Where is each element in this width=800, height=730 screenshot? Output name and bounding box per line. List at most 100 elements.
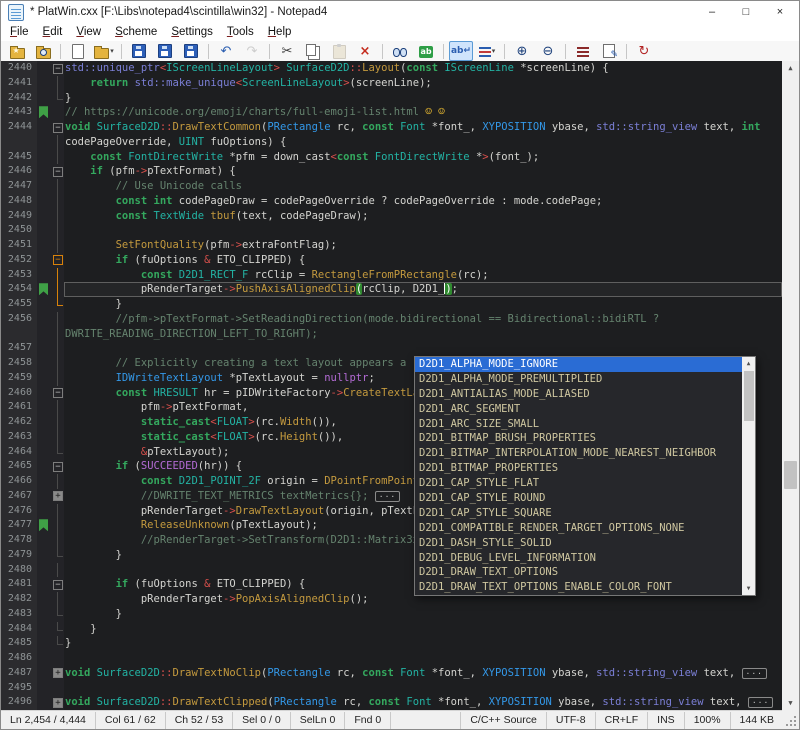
fold-margin[interactable] bbox=[51, 312, 64, 327]
code-line[interactable]: 2449 const TextWide tbuf(text, codePageD… bbox=[1, 209, 799, 224]
code-line[interactable]: 2442} bbox=[1, 91, 799, 106]
fold-margin[interactable] bbox=[51, 105, 64, 120]
bookmark-margin[interactable] bbox=[37, 120, 51, 135]
status-cell-scheme[interactable]: C/C++ Source bbox=[460, 712, 546, 729]
fold-margin[interactable] bbox=[51, 209, 64, 224]
autocomplete-item[interactable]: D2D1_BITMAP_BRUSH_PROPERTIES bbox=[415, 431, 742, 446]
fold-margin[interactable] bbox=[51, 223, 64, 238]
bookmark-margin[interactable] bbox=[37, 400, 51, 415]
replace-button[interactable] bbox=[414, 41, 438, 61]
autocomplete-item[interactable]: D2D1_CAP_STYLE_FLAT bbox=[415, 476, 742, 491]
fold-margin[interactable]: − bbox=[51, 61, 64, 76]
bookmark-margin[interactable] bbox=[37, 356, 51, 371]
line-number[interactable]: 2460 bbox=[1, 386, 37, 401]
line-number[interactable]: 2444 bbox=[1, 120, 37, 135]
code-line[interactable]: 2450 bbox=[1, 223, 799, 238]
autocomplete-item[interactable]: D2D1_CAP_STYLE_ROUND bbox=[415, 491, 742, 506]
fold-toggle-icon[interactable]: − bbox=[53, 64, 63, 74]
code-line[interactable]: 2444−void SurfaceD2D::DrawTextCommon(PRe… bbox=[1, 120, 799, 135]
menu-item-tools[interactable]: Tools bbox=[220, 23, 261, 41]
autocomplete-item[interactable]: D2D1_DRAW_TEXT_OPTIONS bbox=[415, 565, 742, 580]
code-line[interactable]: 2451 SetFontQuality(pfm->extraFontFlag); bbox=[1, 238, 799, 253]
code-line[interactable]: 2443// https://unicode.org/emoji/charts/… bbox=[1, 105, 799, 120]
fold-margin[interactable] bbox=[51, 430, 64, 445]
bookmark-margin[interactable] bbox=[37, 386, 51, 401]
line-number[interactable]: 2451 bbox=[1, 238, 37, 253]
line-number[interactable]: 2482 bbox=[1, 592, 37, 607]
fold-margin[interactable] bbox=[51, 518, 64, 533]
scroll-up-arrow-icon[interactable]: ▲ bbox=[782, 61, 799, 76]
line-number[interactable]: 2466 bbox=[1, 474, 37, 489]
line-number[interactable]: 2462 bbox=[1, 415, 37, 430]
bookmark-margin[interactable] bbox=[37, 135, 51, 150]
bookmark-margin[interactable] bbox=[37, 636, 51, 651]
bookmark-margin[interactable] bbox=[37, 504, 51, 519]
delete-button[interactable]: × bbox=[353, 41, 377, 61]
bookmark-margin[interactable] bbox=[37, 607, 51, 622]
autocomplete-item[interactable]: D2D1_BITMAP_PROPERTIES bbox=[415, 461, 742, 476]
line-number[interactable]: 2456 bbox=[1, 312, 37, 327]
fold-margin[interactable] bbox=[51, 607, 64, 622]
line-number[interactable]: 2455 bbox=[1, 297, 37, 312]
bookmark-margin[interactable] bbox=[37, 312, 51, 327]
line-number[interactable]: 2442 bbox=[1, 91, 37, 106]
find-button[interactable] bbox=[388, 41, 412, 61]
bookmark-margin[interactable] bbox=[37, 371, 51, 386]
fold-toggle-icon[interactable]: + bbox=[53, 698, 63, 708]
autocomplete-item[interactable]: D2D1_CAP_STYLE_SQUARE bbox=[415, 506, 742, 521]
autocomplete-scroll-down-icon[interactable]: ▼ bbox=[742, 582, 755, 595]
autocomplete-item[interactable]: D2D1_DASH_STYLE_SOLID bbox=[415, 536, 742, 551]
autocomplete-scroll-up-icon[interactable]: ▲ bbox=[742, 357, 755, 370]
line-number[interactable]: 2483 bbox=[1, 607, 37, 622]
fold-margin[interactable] bbox=[51, 238, 64, 253]
line-number[interactable]: 2447 bbox=[1, 179, 37, 194]
fold-margin[interactable] bbox=[51, 194, 64, 209]
bookmark-margin[interactable] bbox=[37, 681, 51, 696]
fold-margin[interactable]: − bbox=[51, 386, 64, 401]
status-cell-overtype[interactable]: INS bbox=[647, 712, 684, 729]
line-number[interactable]: 2487 bbox=[1, 666, 37, 681]
line-number[interactable]: 2448 bbox=[1, 194, 37, 209]
status-cell-character[interactable]: Ch 52 / 53 bbox=[166, 712, 233, 729]
undo-button[interactable]: ↶ bbox=[214, 41, 238, 61]
fold-margin[interactable] bbox=[51, 548, 64, 563]
fold-margin[interactable] bbox=[51, 282, 64, 297]
autocomplete-scrollbar-thumb[interactable] bbox=[744, 371, 754, 421]
fold-toggle-icon[interactable]: − bbox=[53, 255, 63, 265]
status-cell-file-size[interactable]: 144 KB bbox=[730, 712, 783, 729]
fold-margin[interactable]: − bbox=[51, 577, 64, 592]
bookmark-margin[interactable] bbox=[37, 76, 51, 91]
line-number[interactable]: 2496 bbox=[1, 695, 37, 710]
bookmark-margin[interactable] bbox=[37, 238, 51, 253]
bookmark-margin[interactable] bbox=[37, 651, 51, 666]
code-line[interactable]: 2441 return std::make_unique<ScreenLineL… bbox=[1, 76, 799, 91]
fold-margin[interactable] bbox=[51, 533, 64, 548]
bookmark-margin[interactable] bbox=[37, 194, 51, 209]
fold-margin[interactable] bbox=[51, 135, 64, 150]
status-cell-selected-lines[interactable]: SelLn 0 bbox=[291, 712, 346, 729]
autocomplete-item[interactable]: D2D1_ARC_SEGMENT bbox=[415, 402, 742, 417]
line-number[interactable]: 2441 bbox=[1, 76, 37, 91]
zoom-in-button[interactable]: ⊕ bbox=[510, 41, 534, 61]
fold-margin[interactable] bbox=[51, 445, 64, 460]
code-line[interactable]: 2455 } bbox=[1, 297, 799, 312]
code-line[interactable]: 2452− if (fuOptions & ETO_CLIPPED) { bbox=[1, 253, 799, 268]
code-line[interactable]: 2445 const FontDirectWrite *pfm = down_c… bbox=[1, 150, 799, 165]
fold-margin[interactable] bbox=[51, 563, 64, 578]
status-cell-eol-mode[interactable]: CR+LF bbox=[595, 712, 648, 729]
fold-toggle-icon[interactable]: + bbox=[53, 491, 63, 501]
menu-item-settings[interactable]: Settings bbox=[164, 23, 220, 41]
open-folder-browse-button[interactable] bbox=[31, 41, 55, 61]
code-line[interactable]: 2453 const D2D1_RECT_F rcClip = Rectangl… bbox=[1, 268, 799, 283]
save-as-button[interactable] bbox=[153, 41, 177, 61]
fold-margin[interactable]: − bbox=[51, 459, 64, 474]
menu-item-edit[interactable]: Edit bbox=[36, 23, 70, 41]
line-number[interactable]: 2454 bbox=[1, 282, 37, 297]
fold-margin[interactable] bbox=[51, 681, 64, 696]
line-number[interactable]: 2486 bbox=[1, 651, 37, 666]
redo-button[interactable]: ↷ bbox=[240, 41, 264, 61]
fold-margin[interactable]: + bbox=[51, 666, 64, 681]
line-number[interactable]: 2450 bbox=[1, 223, 37, 238]
fold-toggle-icon[interactable]: − bbox=[53, 123, 63, 133]
bookmark-margin[interactable] bbox=[37, 179, 51, 194]
